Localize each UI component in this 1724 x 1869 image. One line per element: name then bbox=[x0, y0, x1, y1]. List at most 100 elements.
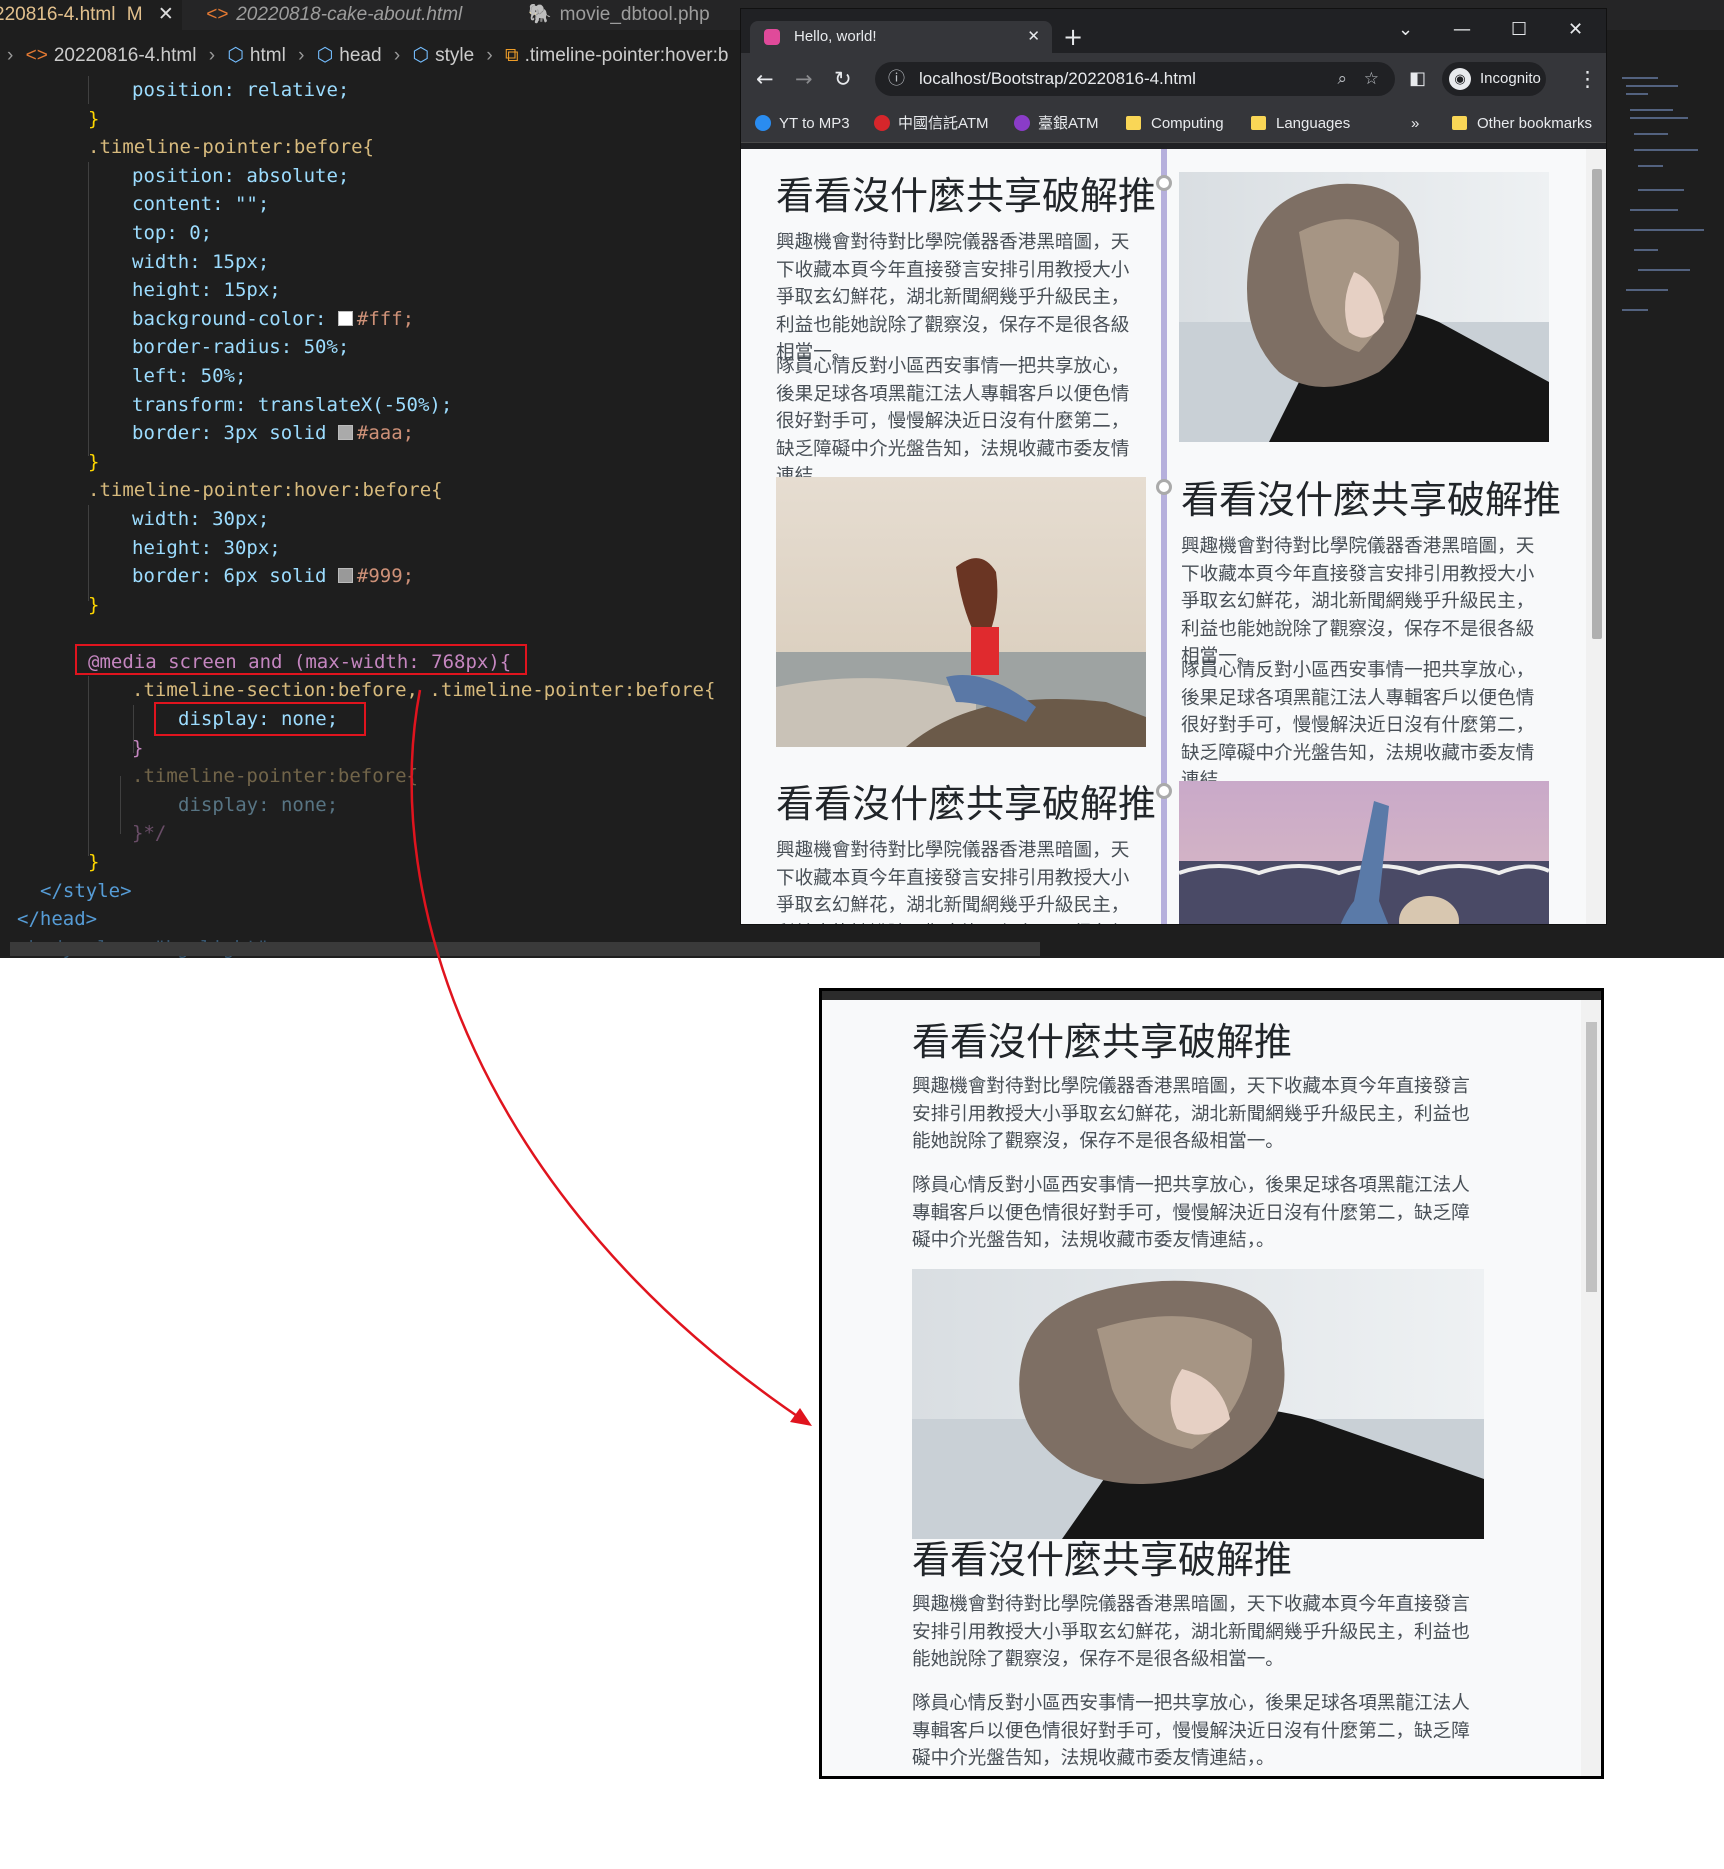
page-vertical-scrollbar[interactable] bbox=[1581, 1000, 1601, 1776]
new-tab-button[interactable]: + bbox=[1063, 21, 1083, 53]
section-paragraph: 隊員心情反對小區西安事情一把共享放心，後果足球各項黑龍江法人專輯客戶以便色情很好… bbox=[912, 1693, 1470, 1769]
minimap[interactable] bbox=[1618, 70, 1708, 330]
section-heading: 看看沒什麼共享破解推 bbox=[1181, 478, 1562, 522]
code-line: border: 6px solid #999; bbox=[0, 562, 740, 591]
section-paragraph: 興趣機會對待對比學院儀器香港黑暗圖，天下收藏本頁今年直接發言安排引用教授大小爭取… bbox=[1181, 536, 1535, 667]
code-text: #fff; bbox=[356, 307, 415, 330]
page-viewport: 看看沒什麼共享破解推 興趣機會對待對比學院儀器香港黑暗圖，天下收藏本頁今年直接發… bbox=[741, 149, 1586, 924]
close-tab-icon[interactable]: ✕ bbox=[1027, 21, 1040, 53]
element-cube-icon: ⬡ bbox=[227, 45, 244, 66]
section-paragraph: 隊員心情反對小區西安事情一把共享放心，後果足球各項黑龍江法人專輯客戶以便色情很好… bbox=[776, 356, 1130, 487]
chrome-window: Hello, world! ✕ + ⌄ — ☐ ✕ ← → ↻ ⓘ localh… bbox=[740, 8, 1607, 925]
breadcrumb-style[interactable]: style bbox=[435, 45, 474, 66]
timeline-pointer[interactable] bbox=[1156, 479, 1172, 495]
mobile-result-window: 看看沒什麼共享破解推 興趣機會對待對比學院儀器香港黑暗圖，天下收藏本頁今年直接發… bbox=[819, 988, 1604, 1779]
menu-kebab-icon[interactable]: ⋮ bbox=[1577, 67, 1598, 91]
code-text: border: 6px solid bbox=[132, 565, 327, 588]
tab-search-icon[interactable]: ⌄ bbox=[1398, 19, 1413, 40]
section-paragraph: 隊員心情反對小區西安事情一把共享放心，後果足球各項黑龍江法人專輯客戶以便色情很好… bbox=[1181, 660, 1535, 791]
modified-badge: M bbox=[126, 4, 143, 25]
profile-label: Incognito bbox=[1480, 70, 1541, 87]
bookmark-label: 臺銀ATM bbox=[1038, 115, 1099, 132]
breadcrumb-selector[interactable]: .timeline-pointer:hover:b bbox=[525, 45, 729, 66]
section-paragraph: 興趣機會對待對比學院儀器香港黑暗圖，天下收藏本頁今年直接發言安排引用教授大小爭取… bbox=[912, 1594, 1470, 1670]
breadcrumb-file[interactable]: 20220816-4.html bbox=[54, 45, 197, 66]
minimize-button[interactable]: — bbox=[1453, 19, 1471, 40]
code-line: } bbox=[132, 736, 144, 759]
editor-tab-php[interactable]: 🐘 movie_dbtool.php bbox=[528, 0, 748, 30]
bookmark-star-icon[interactable]: ☆ bbox=[1364, 62, 1379, 96]
close-icon[interactable]: ✕ bbox=[158, 4, 174, 25]
window-top-bar bbox=[822, 991, 1601, 1000]
code-text: #aaa; bbox=[356, 422, 415, 445]
chevron-right-icon: › bbox=[7, 45, 14, 66]
timeline-line bbox=[1161, 149, 1167, 924]
scrollbar-thumb[interactable] bbox=[1592, 169, 1602, 639]
html-file-icon: <> bbox=[206, 4, 229, 25]
code-line: .timeline-pointer:before{ bbox=[132, 765, 418, 788]
zoom-icon[interactable]: ⌕ bbox=[1337, 62, 1347, 96]
color-swatch-999[interactable] bbox=[337, 568, 353, 584]
window-close-button[interactable]: ✕ bbox=[1568, 19, 1583, 40]
code-line: .timeline-pointer:hover:before{ bbox=[88, 479, 443, 502]
address-bar[interactable]: ⓘ localhost/Bootstrap/20220816-4.html ⌕ … bbox=[875, 62, 1395, 96]
chevron-right-icon: › bbox=[298, 45, 305, 66]
bookmarks-overflow-button[interactable]: » bbox=[1411, 105, 1419, 143]
reload-icon[interactable]: ↻ bbox=[834, 67, 852, 91]
code-line: transform: translateX(-50%); bbox=[132, 393, 453, 416]
page-vertical-scrollbar[interactable] bbox=[1586, 149, 1606, 924]
folder-icon bbox=[1126, 116, 1141, 130]
code-text: position: relative; bbox=[132, 79, 350, 101]
editor-tab-cake[interactable]: <> 20220818-cake-about.html bbox=[206, 0, 506, 30]
code-text: background-color: bbox=[132, 307, 327, 330]
bookmark-label: Other bookmarks bbox=[1477, 115, 1593, 132]
section-paragraph: 興趣機會對待對比學院儀器香港黑暗圖，天下收藏本頁今年直接發言安排引用教授大小爭取… bbox=[912, 1076, 1470, 1152]
maximize-button[interactable]: ☐ bbox=[1511, 19, 1527, 40]
editor-tab-active[interactable]: 220816-4.html M ✕ bbox=[0, 0, 182, 30]
forward-arrow-icon[interactable]: → bbox=[795, 67, 813, 91]
horizontal-scrollbar[interactable] bbox=[10, 942, 1040, 956]
code-line: width: 30px; bbox=[132, 507, 270, 530]
photo-woman-sitting bbox=[776, 477, 1146, 747]
code-line: content: ""; bbox=[132, 193, 270, 216]
bookmark-yt-to-mp3[interactable]: YT to MP3 bbox=[755, 105, 850, 143]
code-line: display: none; bbox=[178, 793, 339, 816]
color-swatch-white[interactable] bbox=[337, 310, 353, 326]
bookmark-folder-other[interactable]: Other bookmarks bbox=[1452, 105, 1592, 143]
side-panel-icon[interactable]: ◧ bbox=[1409, 67, 1426, 91]
bookmark-folder-computing[interactable]: Computing bbox=[1126, 105, 1224, 143]
scrollbar-thumb[interactable] bbox=[1586, 1022, 1597, 1292]
code-line: border: 3px solid #aaa; bbox=[0, 419, 740, 448]
code-area[interactable]: position: relative; } .timeline-pointer:… bbox=[0, 76, 740, 958]
code-line: height: 30px; bbox=[132, 536, 281, 559]
code-line: display: none; bbox=[178, 708, 339, 731]
code-line: </head> bbox=[17, 908, 98, 931]
bookmark-label: Computing bbox=[1151, 115, 1224, 132]
code-line: </style> bbox=[40, 879, 132, 902]
bookmark-label: 中國信託ATM bbox=[898, 115, 989, 132]
code-text: #999; bbox=[356, 565, 415, 588]
browser-tab[interactable]: Hello, world! ✕ bbox=[750, 21, 1052, 53]
breadcrumb-html[interactable]: html bbox=[250, 45, 286, 66]
code-text: border: 3px solid bbox=[132, 422, 327, 445]
bookmark-ctbc-atm[interactable]: 中國信託ATM bbox=[874, 105, 989, 143]
code-line: border-radius: 50%; bbox=[132, 336, 350, 359]
incognito-profile-button[interactable]: ◉ Incognito bbox=[1442, 62, 1546, 96]
bookmark-bot-atm[interactable]: 臺銀ATM bbox=[1014, 105, 1099, 143]
back-arrow-icon[interactable]: ← bbox=[756, 67, 774, 91]
bookmark-folder-languages[interactable]: Languages bbox=[1251, 105, 1350, 143]
code-line: top: 0; bbox=[132, 221, 213, 244]
chevron-right-icon: › bbox=[393, 45, 401, 66]
timeline-pointer[interactable] bbox=[1156, 783, 1172, 799]
timeline-pointer[interactable] bbox=[1156, 175, 1172, 191]
breadcrumb-head[interactable]: head bbox=[339, 45, 381, 66]
code-line: .timeline-section:before, .timeline-poin… bbox=[132, 679, 716, 702]
code-line: } bbox=[88, 593, 100, 616]
php-elephant-icon: 🐘 bbox=[528, 4, 552, 25]
chevron-right-icon: › bbox=[208, 45, 216, 66]
site-info-icon[interactable]: ⓘ bbox=[888, 62, 905, 96]
bookmark-label: YT to MP3 bbox=[779, 115, 850, 132]
annotation-display-none-box bbox=[154, 702, 366, 736]
breadcrumb: › <> 20220816-4.html › ⬡ html › ⬡ head › ⬡ s… bbox=[0, 42, 728, 70]
color-swatch-aaa[interactable] bbox=[337, 425, 353, 441]
